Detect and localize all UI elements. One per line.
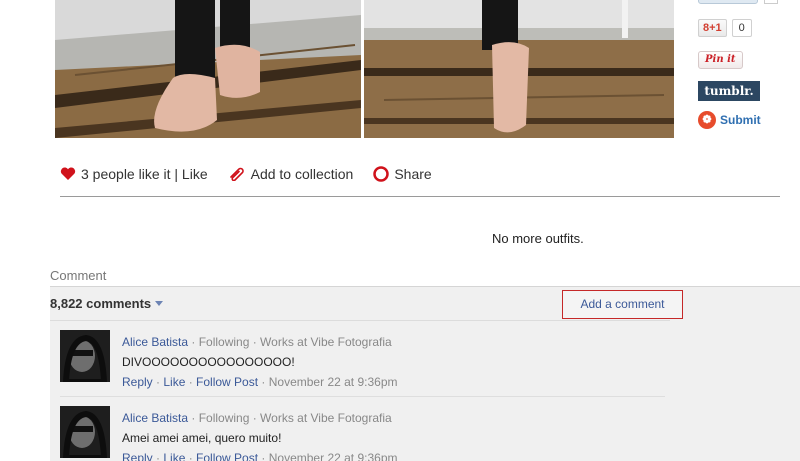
pin-it-button[interactable]: Pin it [698, 51, 743, 69]
like-link[interactable]: Like [163, 451, 185, 461]
google-plus-widget[interactable]: 8+1 0 [698, 19, 752, 37]
stumbleupon-submit[interactable]: ❁ Submit [698, 110, 761, 130]
add-comment-button[interactable]: Add a comment [562, 290, 683, 319]
comment-author-meta: · Following · Works at Vibe Fotografia [191, 411, 392, 425]
comment-item: Alice Batista · Following · Works at Vib… [60, 330, 670, 400]
chevron-down-icon [155, 301, 164, 306]
follow-post-link[interactable]: Follow Post [196, 451, 258, 461]
paperclip-icon [229, 167, 244, 181]
no-more-outfits: No more outfits. [492, 231, 584, 246]
comment-author-meta: · Following · Works at Vibe Fotografia [191, 335, 392, 349]
comments-sort-dropdown[interactable]: 8,822 comments [50, 296, 164, 311]
comment-date[interactable]: November 22 at 9:36pm [269, 375, 398, 389]
like-link[interactable]: Like [163, 375, 185, 389]
share-text: Share [394, 166, 432, 182]
avatar[interactable] [60, 330, 110, 382]
comment-body: Alice Batista · Following · Works at Vib… [122, 332, 398, 392]
like-action[interactable]: 3 people like it | Like [60, 166, 208, 182]
outfit-photo-right[interactable] [364, 0, 674, 138]
comment-author[interactable]: Alice Batista [122, 335, 188, 349]
avatar[interactable] [60, 406, 110, 458]
tumblr-button[interactable]: tumblr. [698, 81, 760, 101]
comment-body: Alice Batista · Following · Works at Vib… [122, 408, 398, 461]
comment-footer: Reply · Like · Follow Post · November 22… [122, 375, 398, 389]
comments-header-divider [50, 320, 670, 321]
outfit-photo-right-image [364, 0, 674, 138]
comment-header: Alice Batista · Following · Works at Vib… [122, 332, 398, 352]
google-plus-count: 0 [731, 19, 752, 37]
comment-text: Amei amei amei, quero muito! [122, 431, 282, 445]
comment-heading: Comment [50, 268, 107, 283]
heart-icon [60, 167, 76, 180]
outfit-actions: 3 people like it | Like Add to collectio… [60, 166, 432, 182]
google-plus-button[interactable]: 8+1 [698, 19, 727, 37]
comment-footer: Reply · Like · Follow Post · November 22… [122, 448, 398, 461]
submit-label: Submit [720, 113, 761, 127]
comment-text: DIVOOOOOOOOOOOOOOOO! [122, 355, 295, 369]
tweet-button[interactable] [698, 0, 758, 4]
share-action[interactable]: Share [373, 166, 432, 182]
reply-link[interactable]: Reply [122, 375, 153, 389]
outfit-photo-left[interactable] [55, 0, 361, 138]
add-to-collection-action[interactable]: Add to collection [228, 166, 354, 182]
comment-divider [60, 396, 665, 397]
comment-author[interactable]: Alice Batista [122, 411, 188, 425]
stumbleupon-icon: ❁ [698, 111, 716, 129]
comment-item: Alice Batista · Following · Works at Vib… [60, 406, 670, 461]
collection-text: Add to collection [250, 166, 354, 182]
reply-link[interactable]: Reply [122, 451, 153, 461]
follow-post-link[interactable]: Follow Post [196, 375, 258, 389]
comment-header: Alice Batista · Following · Works at Vib… [122, 408, 398, 428]
tweet-count [764, 0, 778, 4]
section-divider [60, 196, 780, 197]
avatar-image [60, 330, 110, 382]
comments-count: 8,822 comments [50, 296, 152, 311]
comment-date[interactable]: November 22 at 9:36pm [269, 451, 398, 461]
like-text: 3 people like it | Like [81, 166, 208, 182]
avatar-image [60, 406, 110, 458]
share-icon [373, 166, 390, 182]
outfit-photo-left-image [55, 0, 361, 138]
